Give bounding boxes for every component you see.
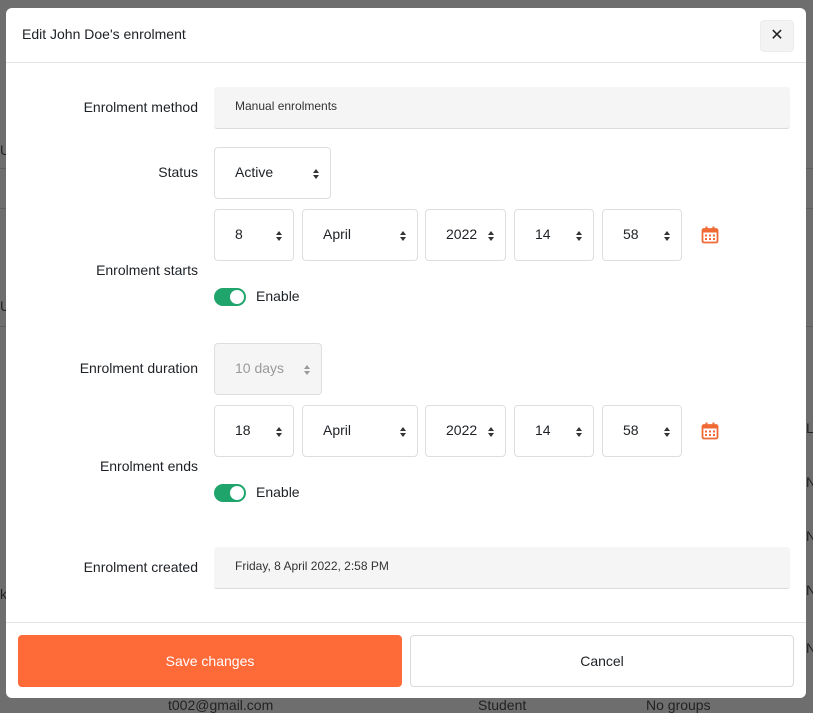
select-arrows-icon (488, 427, 494, 437)
enrolment-duration-select: 10 days (214, 343, 322, 395)
status-label: Status (158, 164, 198, 180)
end-hour-select[interactable]: 14 (514, 405, 594, 457)
start-minute-value: 58 (623, 226, 639, 242)
enrolment-created-value: Friday, 8 April 2022, 2:58 PM (214, 547, 790, 589)
select-arrows-icon (304, 365, 310, 375)
end-month-select[interactable]: April (302, 405, 418, 457)
end-minute-value: 58 (623, 422, 639, 438)
background-text: N (806, 528, 813, 544)
enrolment-duration-label: Enrolment duration (79, 360, 198, 376)
start-hour-value: 14 (535, 226, 551, 242)
start-day-value: 8 (235, 226, 243, 242)
enrolment-method-value: Manual enrolments (214, 87, 790, 129)
select-arrows-icon (276, 427, 282, 437)
enrolment-method-label: Enrolment method (83, 99, 198, 115)
select-arrows-icon (664, 427, 670, 437)
start-year-value: 2022 (446, 226, 478, 242)
start-calendar-icon[interactable] (701, 226, 719, 244)
end-year-select[interactable]: 2022 (425, 405, 506, 457)
background-text: Student (478, 697, 527, 713)
background-text: N (806, 582, 813, 598)
start-enable-toggle[interactable] (214, 288, 246, 306)
edit-enrolment-dialog: Edit John Doe's enrolment ✕ Enrolment me… (6, 8, 806, 698)
enrolment-starts-label: Enrolment starts (96, 262, 198, 278)
background-text: No groups (646, 697, 711, 713)
select-arrows-icon (313, 169, 319, 179)
cancel-button[interactable]: Cancel (410, 635, 794, 687)
start-month-value: April (323, 226, 352, 242)
end-enable-toggle[interactable] (214, 484, 246, 502)
dialog-title: Edit John Doe's enrolment (22, 26, 186, 42)
end-day-value: 18 (235, 422, 251, 438)
end-month-value: April (323, 422, 352, 438)
end-calendar-icon[interactable] (701, 422, 719, 440)
select-arrows-icon (276, 231, 282, 241)
dialog-header: Edit John Doe's enrolment ✕ (6, 8, 806, 63)
enrolment-created-label: Enrolment created (83, 559, 198, 575)
start-hour-select[interactable]: 14 (514, 209, 594, 261)
end-enable-label: Enable (256, 484, 300, 500)
background-text: N (806, 474, 813, 490)
footer-divider (6, 622, 806, 623)
status-select-value: Active (235, 164, 274, 180)
save-changes-button[interactable]: Save changes (18, 635, 402, 687)
start-minute-select[interactable]: 58 (602, 209, 682, 261)
background-text: t002@gmail.com (168, 697, 274, 713)
start-year-select[interactable]: 2022 (425, 209, 506, 261)
start-enable-label: Enable (256, 288, 300, 304)
toggle-knob (230, 290, 244, 304)
select-arrows-icon (576, 427, 582, 437)
start-month-select[interactable]: April (302, 209, 418, 261)
enrolment-duration-value: 10 days (235, 360, 285, 376)
toggle-knob (230, 486, 244, 500)
background-text: L (806, 420, 813, 436)
enrolment-ends-label: Enrolment ends (99, 458, 198, 474)
close-icon: ✕ (770, 27, 784, 44)
background-text: N (806, 640, 813, 656)
end-year-value: 2022 (446, 422, 478, 438)
select-arrows-icon (576, 231, 582, 241)
select-arrows-icon (664, 231, 670, 241)
start-day-select[interactable]: 8 (214, 209, 294, 261)
end-hour-value: 14 (535, 422, 551, 438)
end-minute-select[interactable]: 58 (602, 405, 682, 457)
close-button[interactable]: ✕ (760, 20, 794, 52)
end-day-select[interactable]: 18 (214, 405, 294, 457)
status-select[interactable]: Active (214, 147, 331, 199)
select-arrows-icon (488, 231, 494, 241)
select-arrows-icon (400, 427, 406, 437)
select-arrows-icon (400, 231, 406, 241)
